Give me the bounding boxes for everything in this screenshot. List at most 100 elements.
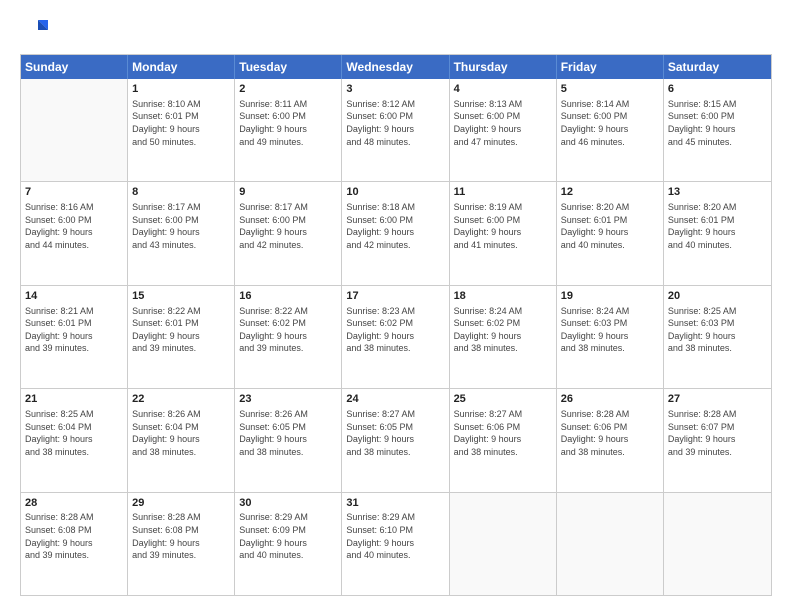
day-info: Sunrise: 8:25 AMSunset: 6:04 PMDaylight:… bbox=[25, 408, 123, 458]
day-info: Sunrise: 8:10 AMSunset: 6:01 PMDaylight:… bbox=[132, 98, 230, 148]
calendar-day-28: 28Sunrise: 8:28 AMSunset: 6:08 PMDayligh… bbox=[21, 493, 128, 595]
day-info: Sunrise: 8:20 AMSunset: 6:01 PMDaylight:… bbox=[668, 201, 767, 251]
day-info: Sunrise: 8:22 AMSunset: 6:01 PMDaylight:… bbox=[132, 305, 230, 355]
calendar-week-5: 28Sunrise: 8:28 AMSunset: 6:08 PMDayligh… bbox=[21, 492, 771, 595]
day-info: Sunrise: 8:12 AMSunset: 6:00 PMDaylight:… bbox=[346, 98, 444, 148]
calendar-week-1: 1Sunrise: 8:10 AMSunset: 6:01 PMDaylight… bbox=[21, 79, 771, 181]
day-number: 12 bbox=[561, 185, 659, 200]
calendar-header: SundayMondayTuesdayWednesdayThursdayFrid… bbox=[21, 55, 771, 79]
day-number: 28 bbox=[25, 496, 123, 511]
day-number: 8 bbox=[132, 185, 230, 200]
day-number: 31 bbox=[346, 496, 444, 511]
calendar-day-21: 21Sunrise: 8:25 AMSunset: 6:04 PMDayligh… bbox=[21, 389, 128, 491]
calendar-week-4: 21Sunrise: 8:25 AMSunset: 6:04 PMDayligh… bbox=[21, 388, 771, 491]
day-number: 14 bbox=[25, 289, 123, 304]
day-info: Sunrise: 8:29 AMSunset: 6:09 PMDaylight:… bbox=[239, 511, 337, 561]
header-day-sunday: Sunday bbox=[21, 55, 128, 79]
day-number: 1 bbox=[132, 82, 230, 97]
calendar-week-3: 14Sunrise: 8:21 AMSunset: 6:01 PMDayligh… bbox=[21, 285, 771, 388]
calendar-day-6: 6Sunrise: 8:15 AMSunset: 6:00 PMDaylight… bbox=[664, 79, 771, 181]
day-info: Sunrise: 8:20 AMSunset: 6:01 PMDaylight:… bbox=[561, 201, 659, 251]
calendar-day-7: 7Sunrise: 8:16 AMSunset: 6:00 PMDaylight… bbox=[21, 182, 128, 284]
day-number: 18 bbox=[454, 289, 552, 304]
header-day-saturday: Saturday bbox=[664, 55, 771, 79]
calendar-day-11: 11Sunrise: 8:19 AMSunset: 6:00 PMDayligh… bbox=[450, 182, 557, 284]
calendar-day-14: 14Sunrise: 8:21 AMSunset: 6:01 PMDayligh… bbox=[21, 286, 128, 388]
day-info: Sunrise: 8:22 AMSunset: 6:02 PMDaylight:… bbox=[239, 305, 337, 355]
header bbox=[20, 16, 772, 44]
calendar-day-12: 12Sunrise: 8:20 AMSunset: 6:01 PMDayligh… bbox=[557, 182, 664, 284]
calendar-day-16: 16Sunrise: 8:22 AMSunset: 6:02 PMDayligh… bbox=[235, 286, 342, 388]
calendar-day-15: 15Sunrise: 8:22 AMSunset: 6:01 PMDayligh… bbox=[128, 286, 235, 388]
day-info: Sunrise: 8:13 AMSunset: 6:00 PMDaylight:… bbox=[454, 98, 552, 148]
day-number: 11 bbox=[454, 185, 552, 200]
header-day-thursday: Thursday bbox=[450, 55, 557, 79]
day-number: 9 bbox=[239, 185, 337, 200]
day-info: Sunrise: 8:27 AMSunset: 6:06 PMDaylight:… bbox=[454, 408, 552, 458]
day-number: 19 bbox=[561, 289, 659, 304]
day-number: 7 bbox=[25, 185, 123, 200]
logo-icon bbox=[20, 16, 48, 44]
calendar-empty-cell bbox=[557, 493, 664, 595]
day-info: Sunrise: 8:14 AMSunset: 6:00 PMDaylight:… bbox=[561, 98, 659, 148]
day-info: Sunrise: 8:21 AMSunset: 6:01 PMDaylight:… bbox=[25, 305, 123, 355]
day-info: Sunrise: 8:17 AMSunset: 6:00 PMDaylight:… bbox=[239, 201, 337, 251]
calendar-day-26: 26Sunrise: 8:28 AMSunset: 6:06 PMDayligh… bbox=[557, 389, 664, 491]
calendar: SundayMondayTuesdayWednesdayThursdayFrid… bbox=[20, 54, 772, 596]
calendar-day-19: 19Sunrise: 8:24 AMSunset: 6:03 PMDayligh… bbox=[557, 286, 664, 388]
calendar-day-2: 2Sunrise: 8:11 AMSunset: 6:00 PMDaylight… bbox=[235, 79, 342, 181]
day-number: 30 bbox=[239, 496, 337, 511]
calendar-day-10: 10Sunrise: 8:18 AMSunset: 6:00 PMDayligh… bbox=[342, 182, 449, 284]
day-number: 20 bbox=[668, 289, 767, 304]
day-info: Sunrise: 8:29 AMSunset: 6:10 PMDaylight:… bbox=[346, 511, 444, 561]
day-info: Sunrise: 8:24 AMSunset: 6:02 PMDaylight:… bbox=[454, 305, 552, 355]
day-number: 27 bbox=[668, 392, 767, 407]
calendar-day-23: 23Sunrise: 8:26 AMSunset: 6:05 PMDayligh… bbox=[235, 389, 342, 491]
calendar-day-29: 29Sunrise: 8:28 AMSunset: 6:08 PMDayligh… bbox=[128, 493, 235, 595]
calendar-day-25: 25Sunrise: 8:27 AMSunset: 6:06 PMDayligh… bbox=[450, 389, 557, 491]
calendar-day-8: 8Sunrise: 8:17 AMSunset: 6:00 PMDaylight… bbox=[128, 182, 235, 284]
day-info: Sunrise: 8:23 AMSunset: 6:02 PMDaylight:… bbox=[346, 305, 444, 355]
calendar-day-30: 30Sunrise: 8:29 AMSunset: 6:09 PMDayligh… bbox=[235, 493, 342, 595]
day-info: Sunrise: 8:28 AMSunset: 6:08 PMDaylight:… bbox=[132, 511, 230, 561]
day-info: Sunrise: 8:28 AMSunset: 6:06 PMDaylight:… bbox=[561, 408, 659, 458]
day-number: 17 bbox=[346, 289, 444, 304]
calendar-day-17: 17Sunrise: 8:23 AMSunset: 6:02 PMDayligh… bbox=[342, 286, 449, 388]
day-number: 5 bbox=[561, 82, 659, 97]
day-number: 15 bbox=[132, 289, 230, 304]
calendar-empty-cell bbox=[664, 493, 771, 595]
header-day-monday: Monday bbox=[128, 55, 235, 79]
day-info: Sunrise: 8:19 AMSunset: 6:00 PMDaylight:… bbox=[454, 201, 552, 251]
day-info: Sunrise: 8:26 AMSunset: 6:05 PMDaylight:… bbox=[239, 408, 337, 458]
day-info: Sunrise: 8:26 AMSunset: 6:04 PMDaylight:… bbox=[132, 408, 230, 458]
day-number: 3 bbox=[346, 82, 444, 97]
day-number: 16 bbox=[239, 289, 337, 304]
day-info: Sunrise: 8:17 AMSunset: 6:00 PMDaylight:… bbox=[132, 201, 230, 251]
calendar-day-1: 1Sunrise: 8:10 AMSunset: 6:01 PMDaylight… bbox=[128, 79, 235, 181]
calendar-day-3: 3Sunrise: 8:12 AMSunset: 6:00 PMDaylight… bbox=[342, 79, 449, 181]
day-info: Sunrise: 8:28 AMSunset: 6:08 PMDaylight:… bbox=[25, 511, 123, 561]
header-day-tuesday: Tuesday bbox=[235, 55, 342, 79]
calendar-day-5: 5Sunrise: 8:14 AMSunset: 6:00 PMDaylight… bbox=[557, 79, 664, 181]
day-number: 4 bbox=[454, 82, 552, 97]
calendar-empty-cell bbox=[450, 493, 557, 595]
day-number: 10 bbox=[346, 185, 444, 200]
day-info: Sunrise: 8:18 AMSunset: 6:00 PMDaylight:… bbox=[346, 201, 444, 251]
calendar-day-31: 31Sunrise: 8:29 AMSunset: 6:10 PMDayligh… bbox=[342, 493, 449, 595]
day-number: 6 bbox=[668, 82, 767, 97]
day-info: Sunrise: 8:24 AMSunset: 6:03 PMDaylight:… bbox=[561, 305, 659, 355]
calendar-day-18: 18Sunrise: 8:24 AMSunset: 6:02 PMDayligh… bbox=[450, 286, 557, 388]
calendar-day-13: 13Sunrise: 8:20 AMSunset: 6:01 PMDayligh… bbox=[664, 182, 771, 284]
day-number: 21 bbox=[25, 392, 123, 407]
calendar-day-24: 24Sunrise: 8:27 AMSunset: 6:05 PMDayligh… bbox=[342, 389, 449, 491]
calendar-day-4: 4Sunrise: 8:13 AMSunset: 6:00 PMDaylight… bbox=[450, 79, 557, 181]
day-number: 23 bbox=[239, 392, 337, 407]
calendar-day-27: 27Sunrise: 8:28 AMSunset: 6:07 PMDayligh… bbox=[664, 389, 771, 491]
calendar-body: 1Sunrise: 8:10 AMSunset: 6:01 PMDaylight… bbox=[21, 79, 771, 595]
day-info: Sunrise: 8:27 AMSunset: 6:05 PMDaylight:… bbox=[346, 408, 444, 458]
day-number: 13 bbox=[668, 185, 767, 200]
day-number: 2 bbox=[239, 82, 337, 97]
calendar-day-20: 20Sunrise: 8:25 AMSunset: 6:03 PMDayligh… bbox=[664, 286, 771, 388]
calendar-day-22: 22Sunrise: 8:26 AMSunset: 6:04 PMDayligh… bbox=[128, 389, 235, 491]
day-info: Sunrise: 8:28 AMSunset: 6:07 PMDaylight:… bbox=[668, 408, 767, 458]
